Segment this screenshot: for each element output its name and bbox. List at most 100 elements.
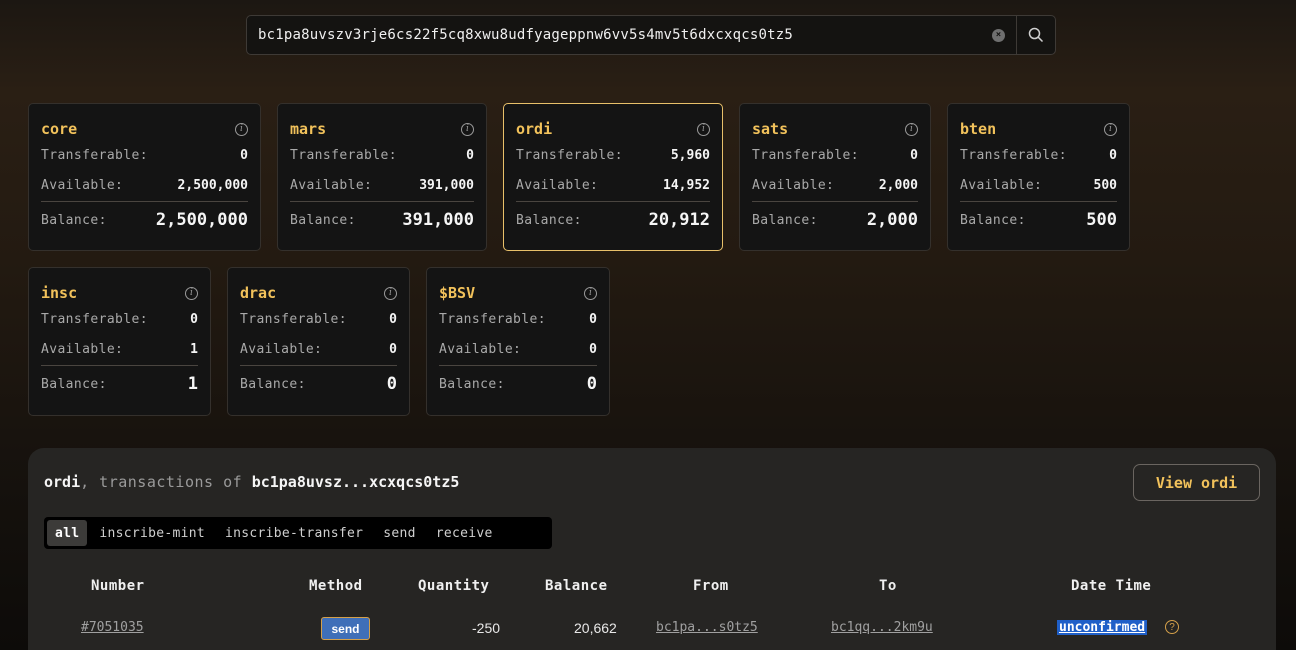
search-button[interactable] (1016, 16, 1055, 54)
column-number: Number (91, 578, 145, 594)
view-ticker-button[interactable]: View ordi (1133, 464, 1260, 501)
divider (290, 201, 474, 202)
available-value: 0 (589, 341, 597, 357)
panel-ticker: ordi (44, 473, 81, 491)
tab-receive[interactable]: receive (428, 520, 501, 546)
balance-label: Balance: (439, 376, 505, 392)
divider (960, 201, 1117, 202)
token-card-mars[interactable]: mars i Transferable: 0 Available: 391,000 Bala… (277, 103, 487, 251)
transferable-value: 0 (1109, 147, 1117, 163)
tx-status[interactable]: unconfirmed (1057, 620, 1148, 635)
column-from: From (693, 578, 729, 594)
transferable-label: Transferable: (41, 311, 148, 327)
balance-value: 2,500,000 (155, 210, 248, 230)
search-input[interactable] (247, 16, 992, 54)
tab-inscribe-mint[interactable]: inscribe-mint (91, 520, 213, 546)
available-value: 2,500,000 (177, 177, 248, 193)
divider (752, 201, 918, 202)
token-card-core[interactable]: core i Transferable: 0 Available: 2,500,000 Ba… (28, 103, 261, 251)
available-label: Available: (752, 177, 835, 193)
tx-to-link[interactable]: bc1qq...2km9u (831, 620, 933, 635)
divider (439, 365, 597, 366)
info-icon[interactable]: i (905, 122, 918, 136)
available-label: Available: (960, 177, 1043, 193)
balance-value: 1 (187, 374, 198, 394)
balance-label: Balance: (41, 376, 107, 392)
info-icon[interactable]: i (697, 122, 710, 136)
transferable-label: Transferable: (439, 311, 546, 327)
token-ticker: core (41, 120, 78, 138)
balance-label: Balance: (752, 212, 818, 228)
tx-from-link[interactable]: bc1pa...s0tz5 (656, 620, 758, 635)
balance-value: 20,912 (648, 210, 710, 230)
tab-all[interactable]: all (47, 520, 88, 546)
panel-address: bc1pa8uvsz...xcxqcs0tz5 (251, 473, 460, 491)
token-card-drac[interactable]: drac i Transferable: 0 Available: 0 Balance: 0 (227, 267, 410, 416)
tx-number-link[interactable]: #7051035 (81, 620, 144, 635)
info-icon[interactable]: i (461, 122, 474, 136)
token-ticker: bten (960, 120, 997, 138)
transferable-label: Transferable: (752, 147, 859, 163)
balance-value: 2,000 (866, 210, 918, 230)
tab-inscribe-transfer[interactable]: inscribe-transfer (217, 520, 371, 546)
token-card-ordi[interactable]: ordi i Transferable: 5,960 Available: 14,952 B… (503, 103, 723, 251)
balance-value: 0 (386, 374, 397, 394)
transferable-label: Transferable: (240, 311, 347, 327)
method-badge: send (321, 617, 370, 640)
token-ticker: drac (240, 284, 277, 302)
token-ticker: ordi (516, 120, 553, 138)
transferable-value: 0 (910, 147, 918, 163)
available-label: Available: (41, 177, 124, 193)
transferable-value: 5,960 (670, 147, 710, 163)
tx-quantity: -250 (472, 620, 501, 636)
token-card-bsv[interactable]: $BSV i Transferable: 0 Available: 0 Balance: 0 (426, 267, 610, 416)
transferable-value: 0 (589, 311, 597, 327)
available-label: Available: (240, 341, 323, 357)
token-ticker: mars (290, 120, 327, 138)
clear-icon[interactable]: × (992, 28, 1005, 42)
divider (41, 365, 198, 366)
balance-label: Balance: (516, 212, 582, 228)
balance-label: Balance: (41, 212, 107, 228)
token-card-sats[interactable]: sats i Transferable: 0 Available: 2,000 Balanc… (739, 103, 931, 251)
token-ticker: insc (41, 284, 78, 302)
available-value: 2,000 (878, 177, 918, 193)
info-icon[interactable]: i (584, 286, 597, 300)
info-icon[interactable]: i (185, 286, 198, 300)
token-card-insc[interactable]: insc i Transferable: 0 Available: 1 Balance: 1 (28, 267, 211, 416)
column-balance: Balance (545, 578, 608, 594)
balance-label: Balance: (960, 212, 1026, 228)
available-label: Available: (41, 341, 124, 357)
token-ticker: sats (752, 120, 789, 138)
balance-label: Balance: (240, 376, 306, 392)
token-card-bten[interactable]: bten i Transferable: 0 Available: 500 Balance:… (947, 103, 1130, 251)
transferable-label: Transferable: (516, 147, 623, 163)
column-to: To (879, 578, 897, 594)
info-icon[interactable]: i (1104, 122, 1117, 136)
divider (240, 365, 397, 366)
column-quantity: Quantity (418, 578, 490, 594)
available-value: 391,000 (419, 177, 474, 193)
available-label: Available: (516, 177, 599, 193)
transferable-label: Transferable: (290, 147, 397, 163)
available-label: Available: (439, 341, 522, 357)
info-icon[interactable]: i (235, 122, 248, 136)
info-icon[interactable]: i (384, 286, 397, 300)
tx-balance: 20,662 (574, 620, 617, 636)
transactions-panel: ordi, transactions of bc1pa8uvsz...xcxqc… (28, 448, 1276, 650)
tab-send[interactable]: send (375, 520, 424, 546)
transferable-value: 0 (389, 311, 397, 327)
divider (516, 201, 710, 202)
column-method: Method (309, 578, 363, 594)
transferable-value: 0 (240, 147, 248, 163)
column-datetime: Date Time (1071, 578, 1152, 594)
panel-title-middle: , transactions of (80, 473, 252, 491)
available-value: 1 (190, 341, 198, 357)
help-icon[interactable]: ? (1165, 620, 1179, 634)
panel-title: ordi, transactions of bc1pa8uvsz...xcxqc… (44, 473, 459, 491)
token-ticker: $BSV (439, 284, 476, 302)
transferable-label: Transferable: (41, 147, 148, 163)
divider (41, 201, 248, 202)
available-value: 500 (1093, 177, 1117, 193)
balance-value: 500 (1086, 210, 1117, 230)
